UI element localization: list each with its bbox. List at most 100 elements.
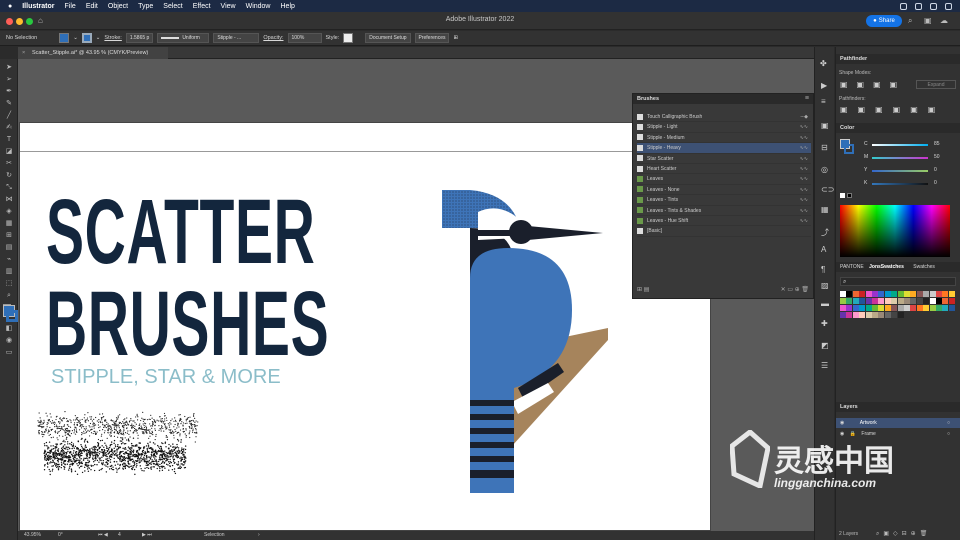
- brush-item[interactable]: Leaves - None ∿∿: [637, 185, 811, 196]
- brush-item[interactable]: Star Scatter ∿∿: [637, 154, 811, 164]
- status-icon[interactable]: [930, 2, 937, 10]
- color-swatch[interactable]: [910, 291, 917, 297]
- color-swatch[interactable]: [923, 298, 930, 304]
- layer-actions-icons[interactable]: ⌕▣◇⊟⊕🗑: [876, 530, 931, 538]
- color-mode-icon[interactable]: ◧: [4, 325, 14, 333]
- color-swatch[interactable]: [904, 291, 910, 297]
- color-swatch[interactable]: [840, 298, 846, 304]
- brush-item[interactable]: Touch Calligraphic Brush ∽◆: [637, 112, 811, 123]
- color-swatch[interactable]: [891, 312, 898, 318]
- color-swatch[interactable]: [884, 291, 891, 297]
- color-panel-title[interactable]: Color: [836, 123, 960, 133]
- magenta-value[interactable]: 50: [934, 154, 940, 160]
- color-swatch[interactable]: [852, 305, 859, 311]
- yellow-slider[interactable]: [872, 170, 928, 172]
- selection-tool-icon[interactable]: ➤: [4, 64, 14, 72]
- stroke-icon[interactable]: ▬: [821, 299, 829, 308]
- black-slider[interactable]: [872, 183, 928, 185]
- color-swatch[interactable]: [916, 298, 923, 304]
- brush-item[interactable]: Leaves - Hue Shift ∿∿: [637, 216, 811, 227]
- line-tool-icon[interactable]: ╱: [4, 112, 14, 120]
- color-swatch[interactable]: [948, 291, 955, 297]
- color-swatch[interactable]: [897, 298, 904, 304]
- rotate-tool-icon[interactable]: ↻: [4, 172, 14, 180]
- document-tab[interactable]: × Scatter_Stipple.ai* @ 43.95 % (CMYK/Pr…: [18, 47, 168, 59]
- brush-tool-icon[interactable]: ✍: [4, 124, 14, 132]
- brush-item[interactable]: [Basic]: [637, 226, 811, 237]
- fill-swatch[interactable]: [59, 33, 70, 43]
- layers-panel-title[interactable]: Layers: [836, 402, 960, 412]
- color-swatch[interactable]: [865, 291, 872, 297]
- color-swatch[interactable]: [852, 312, 859, 318]
- color-swatch[interactable]: [923, 305, 930, 311]
- scissors-tool-icon[interactable]: ✂: [4, 160, 14, 168]
- document-setup-button[interactable]: Document Setup: [365, 33, 411, 43]
- color-swatch[interactable]: [840, 305, 846, 311]
- width-tool-icon[interactable]: ⋈: [4, 196, 14, 204]
- artboard-number[interactable]: 4: [118, 532, 121, 538]
- rotation-angle[interactable]: 0°: [58, 532, 63, 538]
- color-swatch[interactable]: [910, 298, 917, 304]
- menu-file[interactable]: File: [65, 3, 76, 10]
- export-icon[interactable]: ⤴: [821, 227, 829, 238]
- direct-selection-tool-icon[interactable]: ➢: [4, 76, 14, 84]
- curvature-tool-icon[interactable]: ✎: [4, 100, 14, 108]
- eraser-tool-icon[interactable]: ◪: [4, 148, 14, 156]
- chevron-down-icon[interactable]: ⌄: [96, 35, 101, 41]
- target-icon[interactable]: ○: [947, 418, 950, 428]
- workspace-icon[interactable]: ▣: [924, 16, 932, 25]
- zoom-tool-icon[interactable]: ⌕: [4, 292, 14, 300]
- cyan-slider[interactable]: [872, 144, 928, 146]
- link-icon[interactable]: ⊂⊃: [821, 185, 834, 194]
- color-swatch[interactable]: [865, 298, 872, 304]
- color-swatch[interactable]: [942, 298, 949, 304]
- color-swatch[interactable]: [846, 305, 853, 311]
- scale-tool-icon[interactable]: ⤡: [4, 184, 14, 192]
- screen-mode-icon[interactable]: ▭: [4, 349, 14, 357]
- color-swatch[interactable]: [942, 291, 949, 297]
- black-swatch[interactable]: [847, 193, 852, 198]
- color-swatch[interactable]: [891, 298, 898, 304]
- stroke-swatch[interactable]: [81, 33, 92, 43]
- color-swatch[interactable]: [872, 312, 878, 318]
- color-swatch[interactable]: [846, 312, 853, 318]
- brush-item[interactable]: Heart Scatter ∿∿: [637, 164, 811, 175]
- apple-icon[interactable]: ●: [8, 3, 12, 10]
- type-tool-icon[interactable]: T: [4, 136, 14, 144]
- color-swatch[interactable]: [929, 298, 936, 304]
- color-swatch[interactable]: [840, 291, 846, 297]
- color-swatch[interactable]: [916, 305, 923, 311]
- color-swatch[interactable]: [846, 298, 853, 304]
- color-swatch[interactable]: [859, 305, 866, 311]
- layer-name[interactable]: Artwork: [860, 420, 877, 426]
- color-swatch[interactable]: [884, 298, 891, 304]
- menu-object[interactable]: Object: [108, 3, 128, 10]
- menu-edit[interactable]: Edit: [86, 3, 98, 10]
- glyphs-icon[interactable]: ▨: [821, 281, 829, 290]
- mesh-tool-icon[interactable]: ⊞: [4, 232, 14, 240]
- color-swatch[interactable]: [897, 305, 904, 311]
- artboard-tool-icon[interactable]: ⬚: [4, 280, 14, 288]
- black-value[interactable]: 0: [934, 180, 937, 186]
- cloud-icon[interactable]: ☁: [940, 16, 948, 25]
- color-swatch[interactable]: [916, 291, 923, 297]
- menu-window[interactable]: Window: [246, 3, 271, 10]
- brushes-panel-title[interactable]: Brushes: [633, 94, 813, 104]
- zoom-level[interactable]: 43.95%: [24, 532, 41, 538]
- artboards-icon[interactable]: ▦: [821, 205, 829, 214]
- color-swatch[interactable]: [852, 298, 859, 304]
- color-swatch[interactable]: [859, 298, 866, 304]
- color-swatch[interactable]: [872, 298, 878, 304]
- play-icon[interactable]: ▶: [821, 81, 827, 90]
- puppet-icon[interactable]: ✤: [820, 59, 827, 68]
- arrange-icon[interactable]: ⊞: [453, 35, 458, 41]
- menu-help[interactable]: Help: [281, 3, 295, 10]
- align-icon[interactable]: ⊟: [821, 143, 828, 152]
- draw-mode-icon[interactable]: ◉: [4, 337, 14, 345]
- color-spectrum[interactable]: [840, 205, 950, 257]
- stroke-swatch[interactable]: [844, 144, 854, 154]
- menu-app-name[interactable]: Illustrator: [22, 3, 54, 10]
- swatch-search-input[interactable]: ⌕: [840, 277, 956, 286]
- color-swatch[interactable]: [936, 305, 942, 311]
- color-swatch[interactable]: [897, 312, 904, 318]
